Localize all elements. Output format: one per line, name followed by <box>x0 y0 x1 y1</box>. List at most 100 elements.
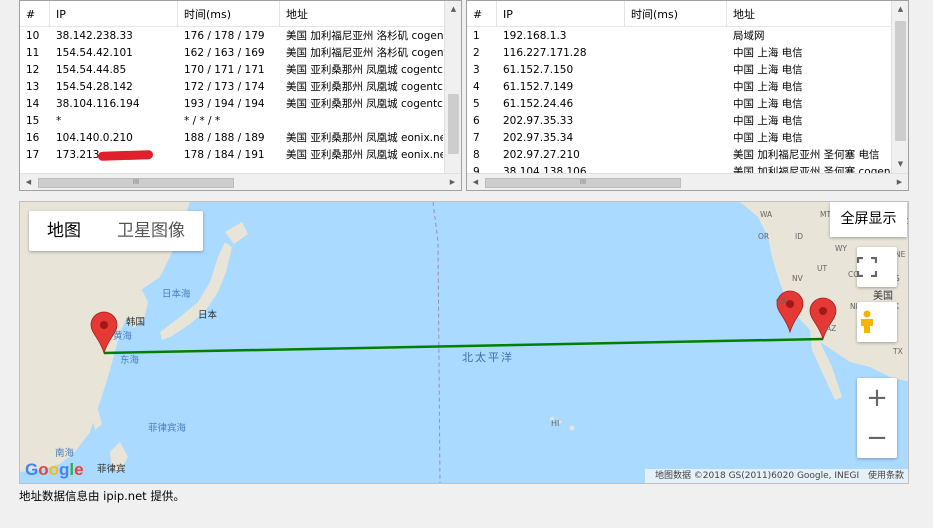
map-label-pacific: 北太平洋 <box>462 351 514 364</box>
zoom-out-button[interactable]: − <box>857 418 897 458</box>
scroll-thumb[interactable]: III <box>485 178 681 188</box>
ip-cell: 61.152.7.150 <box>503 64 574 76</box>
ip-cell: 202.97.35.34 <box>503 132 574 144</box>
table-row[interactable]: 16 104.140.0.210 188 / 188 / 189 美国 亚利桑那州 凤… <box>20 130 443 147</box>
time-cell <box>625 96 727 113</box>
table-row[interactable]: 13 154.54.28.142 172 / 173 / 174 美国 亚利桑那州 凤… <box>20 79 443 96</box>
scroll-down-arrow-icon[interactable]: ▼ <box>892 156 908 173</box>
column-header-number[interactable]: # <box>20 1 50 27</box>
ip-cell: * <box>56 115 62 127</box>
map-tab[interactable]: 地图 <box>29 211 99 251</box>
table-row[interactable]: 8 202.97.27.210 美国 加利福尼亚州 圣何塞 电信 <box>467 147 890 164</box>
horizontal-scrollbar[interactable]: ◀ III ▶ <box>20 173 461 190</box>
column-header-time[interactable]: 时间(ms) <box>178 1 280 27</box>
map-label-yellow-sea: 黄海 <box>113 331 133 342</box>
map-label-ut: UT <box>817 264 828 273</box>
time-cell <box>625 45 727 62</box>
ip-cell: 154.54.28.142 <box>56 81 133 93</box>
map-label-sea-of-japan: 日本海 <box>162 289 191 300</box>
time-cell <box>625 113 727 130</box>
hop-number: 13 <box>26 81 40 93</box>
ip-cell: 61.152.7.149 <box>503 81 574 93</box>
horizontal-scrollbar[interactable]: ◀ III ▶ <box>467 173 908 190</box>
scroll-thumb[interactable] <box>895 21 906 141</box>
zoom-in-button[interactable]: + <box>857 378 897 418</box>
scroll-up-arrow-icon[interactable]: ▲ <box>445 1 461 18</box>
column-header-number[interactable]: # <box>467 1 497 27</box>
map-label-or: OR <box>758 232 770 241</box>
hop-number: 16 <box>26 132 40 144</box>
column-header-ip[interactable]: IP <box>497 1 625 27</box>
vertical-scrollbar[interactable]: ▲ ▼ <box>891 1 908 173</box>
fullscreen-button[interactable]: 全屏显示 <box>830 202 907 237</box>
hop-number: 3 <box>473 64 480 76</box>
time-cell: 176 / 178 / 179 <box>184 30 265 42</box>
table-row[interactable]: 1 192.168.1.3 局域网 <box>467 28 890 45</box>
attribution-text[interactable]: 地图数据 ©2018 GS(2011)6020 Google, INEGI <box>655 471 859 481</box>
hop-number: 14 <box>26 98 40 110</box>
address-cell: 中国 上海 电信 <box>733 81 803 93</box>
terms-link[interactable]: 使用条款 <box>868 471 904 481</box>
ip-cell: 154.54.42.101 <box>56 47 133 59</box>
zoom-control: + − <box>857 378 897 458</box>
time-cell: * / * / * <box>184 115 221 127</box>
address-cell: 美国 亚利桑那州 凤凰城 eonix.net <box>286 149 443 161</box>
table-row[interactable]: 11 154.54.42.101 162 / 163 / 169 美国 加利福尼亚州 … <box>20 45 443 62</box>
vertical-scrollbar[interactable]: ▲ <box>444 1 461 173</box>
table-row[interactable]: 17 173.213 178 / 184 / 191 美国 亚利桑那州 凤凰城 eon… <box>20 147 443 164</box>
scroll-thumb[interactable]: III <box>38 178 234 188</box>
route-map[interactable]: 日本海 韩国 日本 黄海 东海 菲律宾海 南海 菲律宾 北太平洋 HI 美国 A… <box>19 201 909 484</box>
hop-number: 4 <box>473 81 480 93</box>
scroll-right-arrow-icon[interactable]: ▶ <box>891 174 908 190</box>
satellite-tab[interactable]: 卫星图像 <box>99 211 203 251</box>
ip-cell: 202.97.27.210 <box>503 149 580 161</box>
time-cell <box>625 130 727 147</box>
address-cell: 中国 上海 电信 <box>733 115 803 127</box>
map-label-tx: TX <box>893 347 903 356</box>
table-row[interactable]: 10 38.142.238.33 176 / 178 / 179 美国 加利福尼亚州 … <box>20 28 443 45</box>
map-label-nv: NV <box>792 274 803 283</box>
pegman-icon[interactable] <box>857 302 897 342</box>
map-label-philippine-sea: 菲律宾海 <box>148 423 187 434</box>
google-logo[interactable]: Google <box>25 460 84 480</box>
map-label-philippines: 菲律宾 <box>97 464 126 475</box>
date-line <box>432 202 441 483</box>
fullscreen-icon[interactable] <box>857 247 897 287</box>
hop-number: 7 <box>473 132 480 144</box>
table-header: # IP 时间(ms) 地址 <box>467 1 908 27</box>
table-row[interactable]: 5 61.152.24.46 中国 上海 电信 <box>467 96 890 113</box>
ip-cell: 104.140.0.210 <box>56 132 133 144</box>
scroll-thumb[interactable] <box>448 94 459 154</box>
table-row[interactable]: 3 61.152.7.150 中国 上海 电信 <box>467 62 890 79</box>
ip-cell: 202.97.35.33 <box>503 115 574 127</box>
column-header-time[interactable]: 时间(ms) <box>625 1 727 27</box>
address-cell: 美国 加利福尼亚州 洛杉矶 cogentco.com <box>286 47 443 59</box>
table-row[interactable]: 15 * * / * / * <box>20 113 443 130</box>
grip-icon: III <box>579 178 587 186</box>
map-label-korea: 韩国 <box>126 317 146 328</box>
column-header-address[interactable]: 地址 <box>727 1 908 27</box>
right-trace-table: # IP 时间(ms) 地址 1 192.168.1.3 局域网 2 116.227.1… <box>466 0 909 191</box>
map-label-japan: 日本 <box>198 310 218 321</box>
table-row[interactable]: 6 202.97.35.33 中国 上海 电信 <box>467 113 890 130</box>
scroll-left-arrow-icon[interactable]: ◀ <box>467 174 484 190</box>
column-header-ip[interactable]: IP <box>50 1 178 27</box>
hop-number: 2 <box>473 47 480 59</box>
map-label-wa: WA <box>760 210 773 219</box>
scroll-up-arrow-icon[interactable]: ▲ <box>892 1 908 18</box>
hokkaido-island <box>225 222 248 244</box>
table-row[interactable]: 7 202.97.35.34 中国 上海 电信 <box>467 130 890 147</box>
scroll-right-arrow-icon[interactable]: ▶ <box>444 174 461 190</box>
table-row[interactable]: 12 154.54.44.85 170 / 171 / 171 美国 亚利桑那州 凤凰… <box>20 62 443 79</box>
hop-number: 5 <box>473 98 480 110</box>
table-row[interactable]: 14 38.104.116.194 193 / 194 / 194 美国 亚利桑那州 … <box>20 96 443 113</box>
time-cell <box>625 28 727 45</box>
map-label-az: AZ <box>826 324 837 333</box>
column-header-address[interactable]: 地址 <box>280 1 461 27</box>
map-label-ca: CA <box>776 297 787 306</box>
table-row[interactable]: 2 116.227.171.28 中国 上海 电信 <box>467 45 890 62</box>
table-row[interactable]: 4 61.152.7.149 中国 上海 电信 <box>467 79 890 96</box>
time-cell: 188 / 188 / 189 <box>184 132 265 144</box>
address-cell <box>280 113 443 130</box>
scroll-left-arrow-icon[interactable]: ◀ <box>20 174 37 190</box>
